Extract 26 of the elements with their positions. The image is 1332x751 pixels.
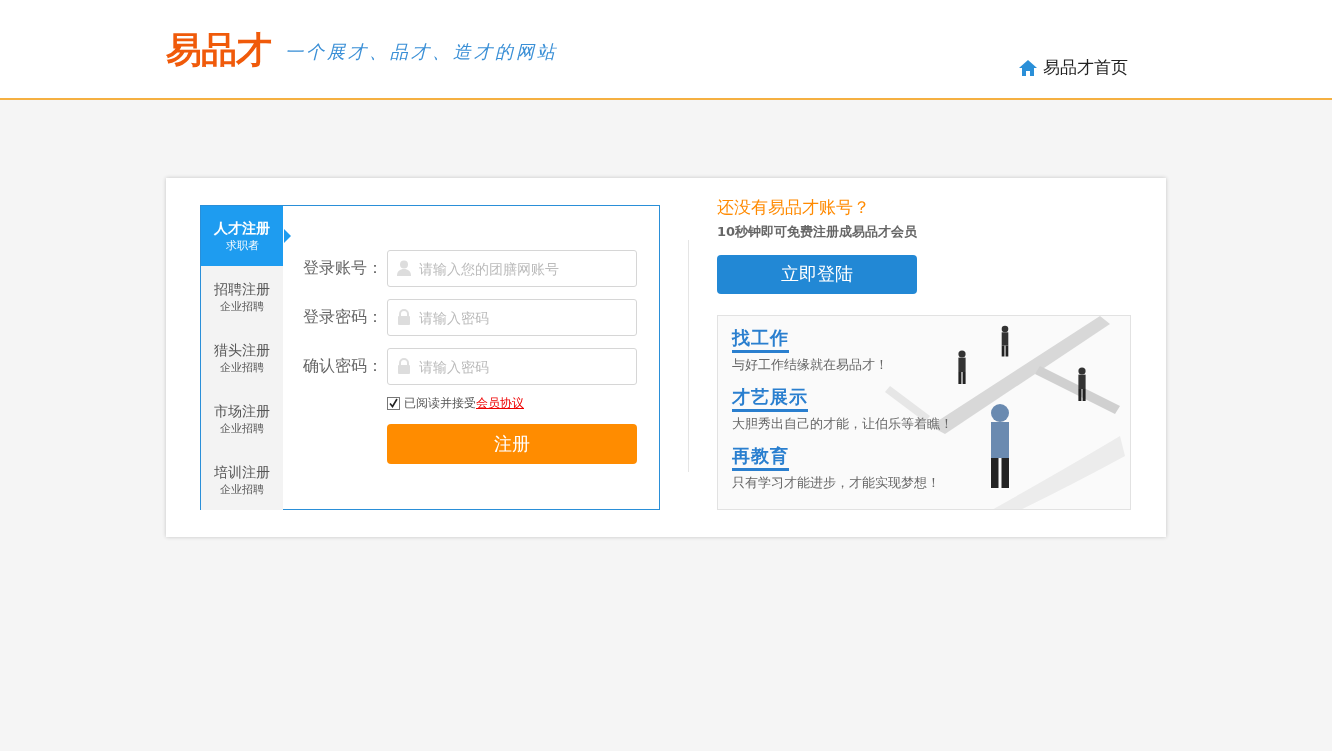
banner-text: 大胆秀出自己的才能，让伯乐等着瞧！ [732, 414, 954, 433]
home-link[interactable]: 易品才首页 [1018, 56, 1128, 79]
field-label: 确认密码： [303, 356, 384, 377]
login-button[interactable]: 立即登陆 [717, 255, 917, 294]
slogan: 一个展才、品才、造才的网站 [285, 40, 558, 64]
field-label: 登录密码： [303, 307, 384, 328]
agreement-link[interactable]: 会员协议 [476, 395, 524, 412]
agreement-text: 已阅读并接受 [404, 395, 476, 412]
lock-icon [397, 358, 411, 374]
banner-heading: 找工作 [732, 325, 789, 353]
agree-checkbox[interactable] [387, 397, 400, 410]
input-field[interactable]: 请输入密码 [387, 299, 637, 336]
user-icon [397, 260, 411, 276]
banner-text: 与好工作结缘就在易品才！ [732, 355, 889, 374]
tab-pointer-icon [284, 229, 291, 243]
banner-heading: 才艺展示 [732, 384, 808, 412]
logo: 易品才 [166, 28, 271, 72]
side-title: 还没有易品才账号？ [717, 196, 871, 219]
input-field[interactable]: 请输入密码 [387, 348, 637, 385]
banner-heading: 再教育 [732, 443, 789, 471]
lock-icon [397, 309, 411, 325]
banner-text: 只有学习才能进步，才能实现梦想！ [732, 473, 941, 492]
side-subtitle: 10秒钟即可免费注册成易品才会员 [717, 223, 919, 241]
home-icon [1018, 58, 1038, 77]
input-field[interactable]: 请输入您的团膳网账号 [387, 250, 637, 287]
field-label: 登录账号： [303, 258, 384, 279]
